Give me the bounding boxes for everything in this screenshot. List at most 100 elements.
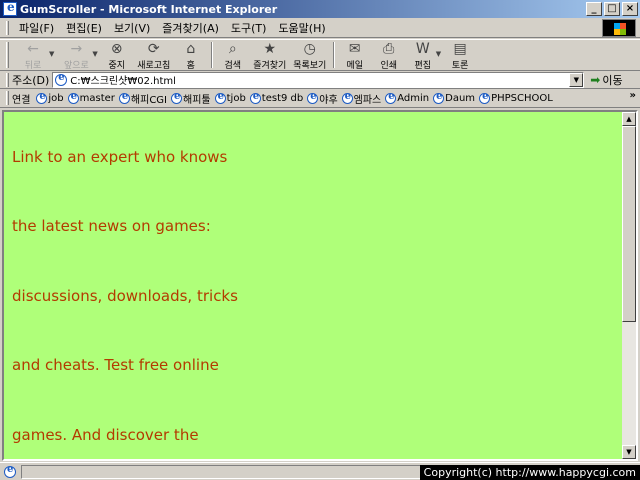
toolbar-separator: [210, 42, 213, 68]
link-happytool[interactable]: 해피툴: [171, 91, 211, 106]
menu-help[interactable]: 도움말(H): [272, 20, 331, 36]
scrollbar-thumb[interactable]: [622, 126, 636, 322]
window-controls: _ □ ×: [586, 2, 638, 16]
copyright-notice: Copyright(c) http://www.happycgi.com: [419, 465, 640, 480]
link-label: 해피CGI: [130, 94, 168, 106]
title-bar: GumScroller - Microsoft Internet Explore…: [0, 0, 640, 18]
address-bar: 주소(D) C:₩스크린샷₩02.html ▼ ➡ 이동: [0, 71, 640, 89]
page-icon: [67, 91, 79, 104]
link-phpschool[interactable]: PHPSCHOOL: [479, 91, 553, 104]
link-label: 해피툴: [183, 94, 211, 106]
menu-edit[interactable]: 편집(E): [60, 20, 108, 36]
forward-arrow-icon: →: [70, 41, 83, 57]
link-master[interactable]: master: [67, 91, 115, 104]
word-document-icon: W: [415, 41, 430, 57]
forward-dropdown-icon[interactable]: ▼: [92, 50, 97, 58]
windows-logo-throbber: [602, 19, 636, 37]
address-dropdown-icon[interactable]: ▼: [569, 72, 584, 87]
link-empas[interactable]: 엠파스: [341, 91, 382, 106]
page-icon: [118, 91, 130, 104]
link-label: 엠파스: [353, 94, 382, 106]
scroller-text-line: and cheats. Test free online: [12, 356, 219, 374]
address-input[interactable]: C:₩스크린샷₩02.html ▼: [52, 71, 585, 88]
edit-dropdown-icon[interactable]: ▼: [436, 50, 441, 58]
page-icon: [55, 72, 68, 86]
search-icon: ⌕: [228, 41, 237, 57]
refresh-button[interactable]: ⟳ 새로고침: [134, 40, 174, 71]
status-bar: Copyright(c) http://www.happycgi.com: [0, 462, 640, 480]
toolbar-grip[interactable]: [6, 91, 9, 105]
address-label: 주소(D): [12, 73, 50, 87]
link-label: PHPSCHOOL: [491, 92, 553, 104]
scroll-down-arrow-icon[interactable]: ▼: [622, 445, 636, 459]
favorites-folder-icon: ★: [263, 41, 277, 57]
mail-icon: ✉: [348, 41, 361, 57]
go-arrow-icon: ➡: [590, 72, 601, 87]
toolbar-separator: [332, 42, 335, 68]
discuss-label: 토론: [451, 61, 469, 71]
history-icon: ◷: [303, 41, 316, 57]
home-button[interactable]: ⌂ 홈: [174, 40, 208, 71]
page-icon: [214, 91, 226, 104]
go-label: 이동: [602, 73, 623, 87]
link-label: job: [48, 92, 64, 104]
page-icon: [341, 91, 353, 104]
page-icon: [433, 91, 445, 104]
search-label: 검색: [224, 61, 242, 71]
go-button[interactable]: ➡ 이동: [590, 72, 622, 88]
link-label: master: [79, 92, 115, 104]
menu-bar: 파일(F) 편집(E) 보기(V) 즐겨찾기(A) 도구(T) 도움말(H): [0, 18, 640, 38]
link-tjob[interactable]: tjob: [214, 91, 246, 104]
favorites-button[interactable]: ★ 즐겨찾기: [250, 40, 290, 71]
back-button[interactable]: ← 뒤로: [13, 40, 53, 71]
address-value[interactable]: C:₩스크린샷₩02.html: [70, 72, 176, 87]
refresh-label: 새로고침: [137, 61, 171, 71]
print-button[interactable]: ⎙ 인쇄: [372, 40, 406, 71]
back-dropdown-icon[interactable]: ▼: [49, 50, 54, 58]
toolbar-grip[interactable]: [6, 72, 9, 87]
scroller-text-line: discussions, downloads, tricks: [12, 287, 238, 305]
ie-logo-icon: [3, 0, 17, 16]
menu-view[interactable]: 보기(V): [108, 20, 156, 36]
history-button[interactable]: ◷ 목록보기: [290, 40, 330, 71]
discuss-button[interactable]: ▤ 토론: [443, 40, 477, 71]
close-button[interactable]: ×: [622, 2, 638, 16]
scroll-up-arrow-icon[interactable]: ▲: [622, 112, 636, 126]
links-more-chevron-icon[interactable]: »: [630, 90, 636, 101]
page-icon: [479, 91, 491, 104]
link-test9-db[interactable]: test9 db: [249, 91, 303, 104]
forward-button[interactable]: → 앞으로: [56, 40, 96, 71]
link-label: 야후: [319, 94, 338, 106]
scroller-text-line: games. And discover the: [12, 426, 199, 444]
toolbar-grip[interactable]: [6, 20, 9, 35]
home-label: 홈: [186, 61, 195, 71]
favorites-label: 즐겨찾기: [253, 61, 287, 71]
link-label: Admin: [397, 92, 430, 104]
stop-button[interactable]: ⊗ 중지: [100, 40, 134, 71]
mail-label: 메일: [346, 61, 364, 71]
maximize-button[interactable]: □: [604, 2, 620, 16]
page-icon: [307, 91, 319, 104]
menu-tools[interactable]: 도구(T): [225, 20, 273, 36]
menu-favorites[interactable]: 즐겨찾기(A): [156, 20, 225, 36]
scroller-text-line: Link to an expert who knows: [12, 148, 228, 166]
stop-label: 중지: [108, 61, 126, 71]
edit-button[interactable]: W 편집: [406, 40, 440, 71]
menu-file[interactable]: 파일(F): [13, 20, 60, 36]
link-happycgi[interactable]: 해피CGI: [118, 91, 168, 106]
windows-flag-icon: [614, 23, 626, 35]
status-text-panel: [21, 464, 441, 479]
history-label: 목록보기: [293, 61, 327, 71]
link-admin[interactable]: Admin: [385, 91, 430, 104]
toolbar-grip[interactable]: [6, 42, 9, 68]
link-job[interactable]: job: [36, 91, 64, 104]
page-viewport: Link to an expert who knows the latest n…: [4, 112, 622, 459]
link-daum[interactable]: Daum: [433, 91, 475, 104]
vertical-scrollbar[interactable]: ▲ ▼: [622, 112, 636, 459]
link-yahoo[interactable]: 야후: [307, 91, 338, 106]
links-label: 연결: [12, 94, 31, 106]
page-icon: [4, 464, 16, 478]
search-button[interactable]: ⌕ 검색: [216, 40, 250, 71]
mail-button[interactable]: ✉ 메일: [338, 40, 372, 71]
minimize-button[interactable]: _: [586, 2, 602, 16]
